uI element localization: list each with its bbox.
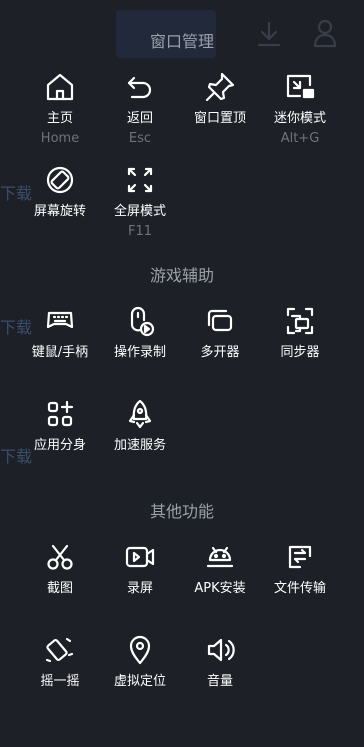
screenshot-button[interactable]: 截图 — [19, 540, 101, 598]
back-button[interactable]: 返回 Esc — [99, 70, 181, 148]
gamepad-button[interactable]: 键鼠/手柄 — [19, 304, 101, 362]
record-macro-icon — [99, 304, 181, 338]
sync-button[interactable]: 同步器 — [259, 304, 341, 362]
screenshot-label: 截图 — [46, 581, 73, 596]
mini-mode-icon — [259, 70, 341, 104]
app-clone-button[interactable]: 应用分身 — [19, 397, 101, 455]
home-label: 主页 — [46, 111, 73, 126]
home-button[interactable]: 主页 Home — [19, 70, 101, 148]
app-clone-label: 应用分身 — [33, 438, 86, 453]
back-shortcut: Esc — [128, 131, 152, 146]
screen-record-label: 录屏 — [126, 581, 153, 596]
mini-mode-label: 迷你模式 — [273, 111, 326, 126]
sync-label: 同步器 — [280, 345, 320, 360]
multi-instance-icon — [179, 304, 261, 338]
rotate-screen-label: 屏幕旋转 — [33, 204, 86, 219]
gamepad-icon — [19, 304, 101, 338]
file-transfer-button[interactable]: 文件传输 — [259, 540, 341, 598]
record-macro-label: 操作录制 — [113, 345, 166, 360]
location-icon — [99, 633, 181, 667]
multi-instance-label: 多开器 — [200, 345, 240, 360]
multi-instance-button[interactable]: 多开器 — [179, 304, 261, 362]
pin-window-button[interactable]: 窗口置顶 — [179, 70, 261, 128]
section-title-window: 窗口管理 — [149, 32, 214, 51]
section-title-game: 游戏辅助 — [149, 266, 214, 285]
volume-label: 音量 — [206, 674, 233, 689]
volume-button[interactable]: 音量 — [179, 633, 261, 691]
virtual-location-button[interactable]: 虚拟定位 — [99, 633, 181, 691]
screen-record-button[interactable]: 录屏 — [99, 540, 181, 598]
section-title-other: 其他功能 — [149, 502, 214, 521]
back-label: 返回 — [126, 111, 153, 126]
shake-label: 摇一摇 — [40, 674, 80, 689]
record-macro-button[interactable]: 操作录制 — [99, 304, 181, 362]
home-shortcut: Home — [40, 131, 80, 146]
shake-icon — [19, 633, 101, 667]
boost-label: 加速服务 — [113, 438, 166, 453]
sync-icon — [259, 304, 341, 338]
file-transfer-icon — [259, 540, 341, 574]
pin-window-label: 窗口置顶 — [193, 111, 246, 126]
rotate-icon — [19, 163, 101, 197]
apk-install-button[interactable]: APK安装 — [179, 540, 261, 598]
fullscreen-icon — [99, 163, 181, 197]
boost-button[interactable]: 加速服务 — [99, 397, 181, 455]
back-icon — [99, 70, 181, 104]
pin-icon — [179, 70, 261, 104]
gamepad-label: 键鼠/手柄 — [31, 345, 89, 360]
scissors-icon — [19, 540, 101, 574]
home-icon — [19, 70, 101, 104]
android-icon — [179, 540, 261, 574]
fullscreen-label: 全屏模式 — [113, 204, 166, 219]
mini-mode-shortcut: Alt+G — [280, 131, 320, 146]
fullscreen-button[interactable]: 全屏模式 F11 — [99, 163, 181, 241]
rocket-icon — [99, 397, 181, 431]
file-transfer-label: 文件传输 — [273, 581, 326, 596]
shake-button[interactable]: 摇一摇 — [19, 633, 101, 691]
rotate-screen-button[interactable]: 屏幕旋转 — [19, 163, 101, 221]
app-clone-icon — [19, 397, 101, 431]
mini-mode-button[interactable]: 迷你模式 Alt+G — [259, 70, 341, 148]
screen-record-icon — [99, 540, 181, 574]
apk-install-label: APK安装 — [194, 581, 246, 596]
fullscreen-shortcut: F11 — [127, 224, 153, 239]
volume-icon — [179, 633, 261, 667]
virtual-location-label: 虚拟定位 — [113, 674, 166, 689]
